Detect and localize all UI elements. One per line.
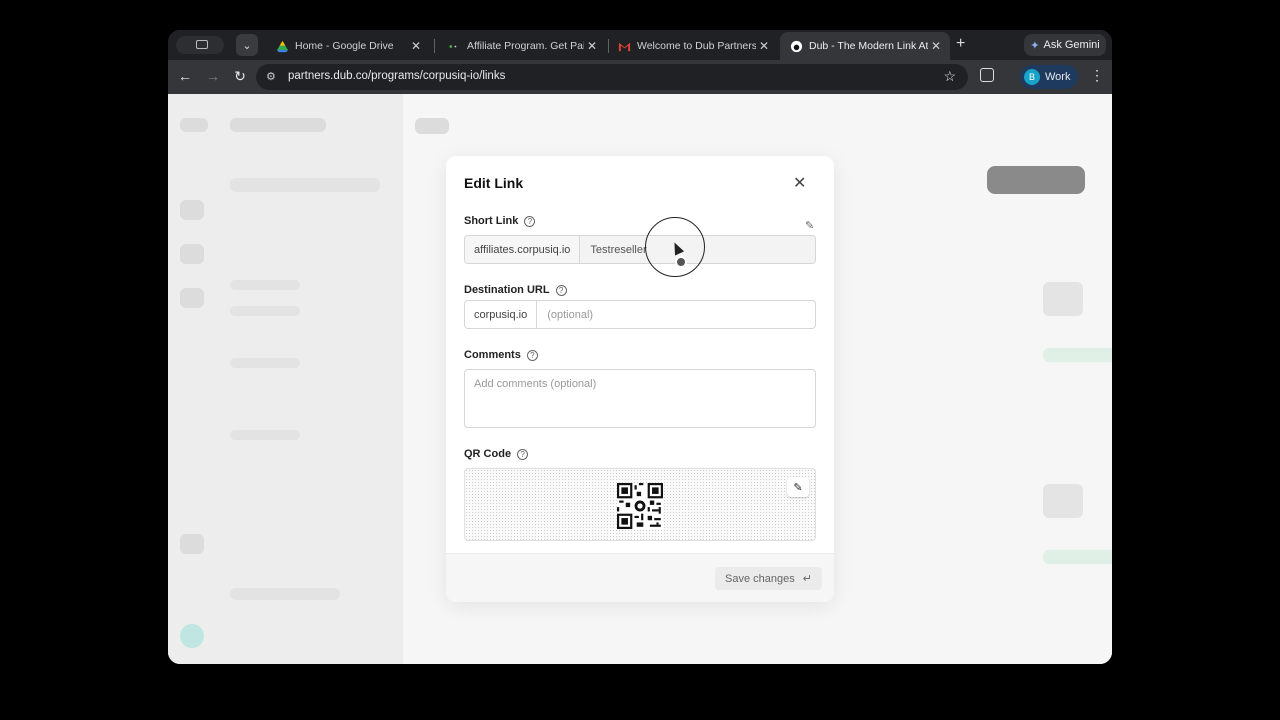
label-text: Destination URL (464, 284, 550, 296)
new-tab-button[interactable]: + (956, 35, 965, 53)
comments-textarea[interactable]: Add comments (optional) (464, 369, 816, 428)
tab-divider (434, 39, 435, 53)
blurred-block (180, 624, 204, 648)
affiliate-icon (449, 44, 457, 48)
help-icon[interactable]: ? (555, 284, 567, 296)
placeholder-text: (optional) (547, 308, 594, 321)
tab-title: Affiliate Program. Get Paid (467, 40, 584, 52)
blurred-block (987, 166, 1085, 194)
address-bar[interactable]: ⚙ partners.dub.co/programs/corpusiq-io/l… (256, 64, 968, 90)
tab-google-drive[interactable]: Home - Google Drive ✕ (266, 32, 430, 60)
reload-icon[interactable]: ↻ (231, 68, 249, 85)
blurred-block (230, 280, 300, 290)
close-icon[interactable]: ✕ (793, 173, 806, 193)
save-changes-button[interactable]: Save changes ↵ (715, 567, 822, 590)
short-link-domain[interactable]: affiliates.corpusiq.io (465, 236, 581, 263)
blurred-block (1043, 550, 1112, 564)
blurred-block (180, 200, 204, 220)
tab-affiliate-program[interactable]: Affiliate Program. Get Paid ✕ (438, 32, 606, 60)
blurred-block (180, 244, 204, 264)
gemini-label: Ask Gemini (1043, 39, 1100, 51)
profile-button[interactable]: B Work (1020, 65, 1078, 89)
blurred-block (180, 288, 204, 308)
profile-label: Work (1045, 71, 1071, 83)
button-label: Save changes (725, 572, 795, 585)
close-icon[interactable]: ✕ (756, 39, 772, 53)
destination-domain[interactable]: corpusiq.io (465, 301, 538, 328)
gmail-icon (618, 42, 631, 51)
blurred-sidebar (168, 94, 403, 664)
tab-title: Dub - The Modern Link Attr (809, 40, 928, 52)
qr-code-label: QR Code ? (464, 448, 529, 460)
blurred-block (1043, 348, 1112, 362)
site-settings-icon[interactable]: ⚙ (266, 70, 276, 83)
blurred-block (230, 430, 300, 440)
forward-arrow-icon[interactable]: → (204, 68, 222, 84)
qr-code-preview: ✎ (464, 468, 816, 541)
extensions-icon[interactable] (980, 68, 994, 82)
back-arrow-icon[interactable]: ← (176, 68, 194, 84)
short-link-field[interactable]: affiliates.corpusiq.io Testreseller (464, 235, 816, 264)
ask-gemini-button[interactable]: ✦ Ask Gemini (1024, 34, 1106, 56)
destination-url-input[interactable]: (optional) (537, 301, 815, 328)
label-text: Comments (464, 349, 521, 361)
label-text: QR Code (464, 448, 512, 460)
qr-edit-button[interactable]: ✎ (787, 477, 809, 497)
bookmark-star-icon[interactable]: ☆ (943, 68, 956, 85)
close-icon[interactable]: ✕ (408, 39, 424, 53)
blurred-block (1043, 282, 1083, 316)
more-menu-icon[interactable]: ⋮ (1090, 67, 1104, 84)
tab-list-dropdown[interactable]: ⌄ (236, 34, 258, 56)
help-icon[interactable]: ? (517, 448, 529, 460)
tab-search-button[interactable] (176, 36, 224, 54)
chevron-down-icon: ⌄ (242, 39, 252, 52)
destination-url-label: Destination URL ? (464, 284, 567, 296)
blurred-block (230, 178, 380, 192)
not-allowed-icon (675, 256, 687, 268)
close-icon[interactable]: ✕ (584, 39, 600, 53)
short-link-label: Short Link ? (464, 215, 536, 227)
help-icon[interactable]: ? (526, 349, 538, 361)
avatar: B (1024, 69, 1040, 85)
tab-gmail[interactable]: Welcome to Dub Partners! ✕ (608, 32, 778, 60)
blurred-block (180, 118, 208, 132)
modal-footer: Save changes ↵ (446, 553, 834, 602)
close-icon[interactable]: ✕ (928, 39, 944, 53)
blurred-block (230, 306, 300, 316)
label-text: Short Link (464, 215, 519, 227)
url-text: partners.dub.co/programs/corpusiq-io/lin… (288, 70, 506, 82)
tab-title: Home - Google Drive (295, 40, 394, 52)
tab-strip: ⌄ Home - Google Drive ✕ Affiliate Progra… (168, 30, 1112, 60)
browser-window: ⌄ Home - Google Drive ✕ Affiliate Progra… (168, 30, 1112, 664)
gemini-sparkle-icon: ✦ (1030, 39, 1040, 52)
browser-toolbar: ← → ↻ ⚙ partners.dub.co/programs/corpusi… (168, 60, 1112, 94)
edit-link-modal: Edit Link ✕ Short Link ? ✎ affiliates.co… (446, 156, 834, 602)
destination-url-field[interactable]: corpusiq.io (optional) (464, 300, 816, 329)
google-drive-icon (276, 40, 289, 52)
blurred-block (1043, 484, 1083, 518)
blurred-block (230, 588, 340, 600)
help-icon[interactable]: ? (524, 215, 536, 227)
blurred-block (230, 358, 300, 368)
tab-dub[interactable]: Dub - The Modern Link Attr ✕ (780, 32, 950, 60)
modal-title: Edit Link (464, 175, 524, 191)
comments-label: Comments ? (464, 349, 538, 361)
enter-key-icon: ↵ (802, 573, 812, 585)
pencil-icon[interactable]: ✎ (805, 219, 814, 232)
dub-icon (790, 40, 803, 52)
blurred-block (230, 118, 326, 132)
tab-search-icon (196, 40, 208, 49)
blurred-block (415, 118, 449, 134)
page-content: Edit Link ✕ Short Link ? ✎ affiliates.co… (168, 94, 1112, 664)
pencil-icon: ✎ (793, 481, 803, 494)
qr-code-image (617, 483, 663, 529)
tab-title: Welcome to Dub Partners! (637, 40, 756, 52)
blurred-block (180, 534, 204, 554)
